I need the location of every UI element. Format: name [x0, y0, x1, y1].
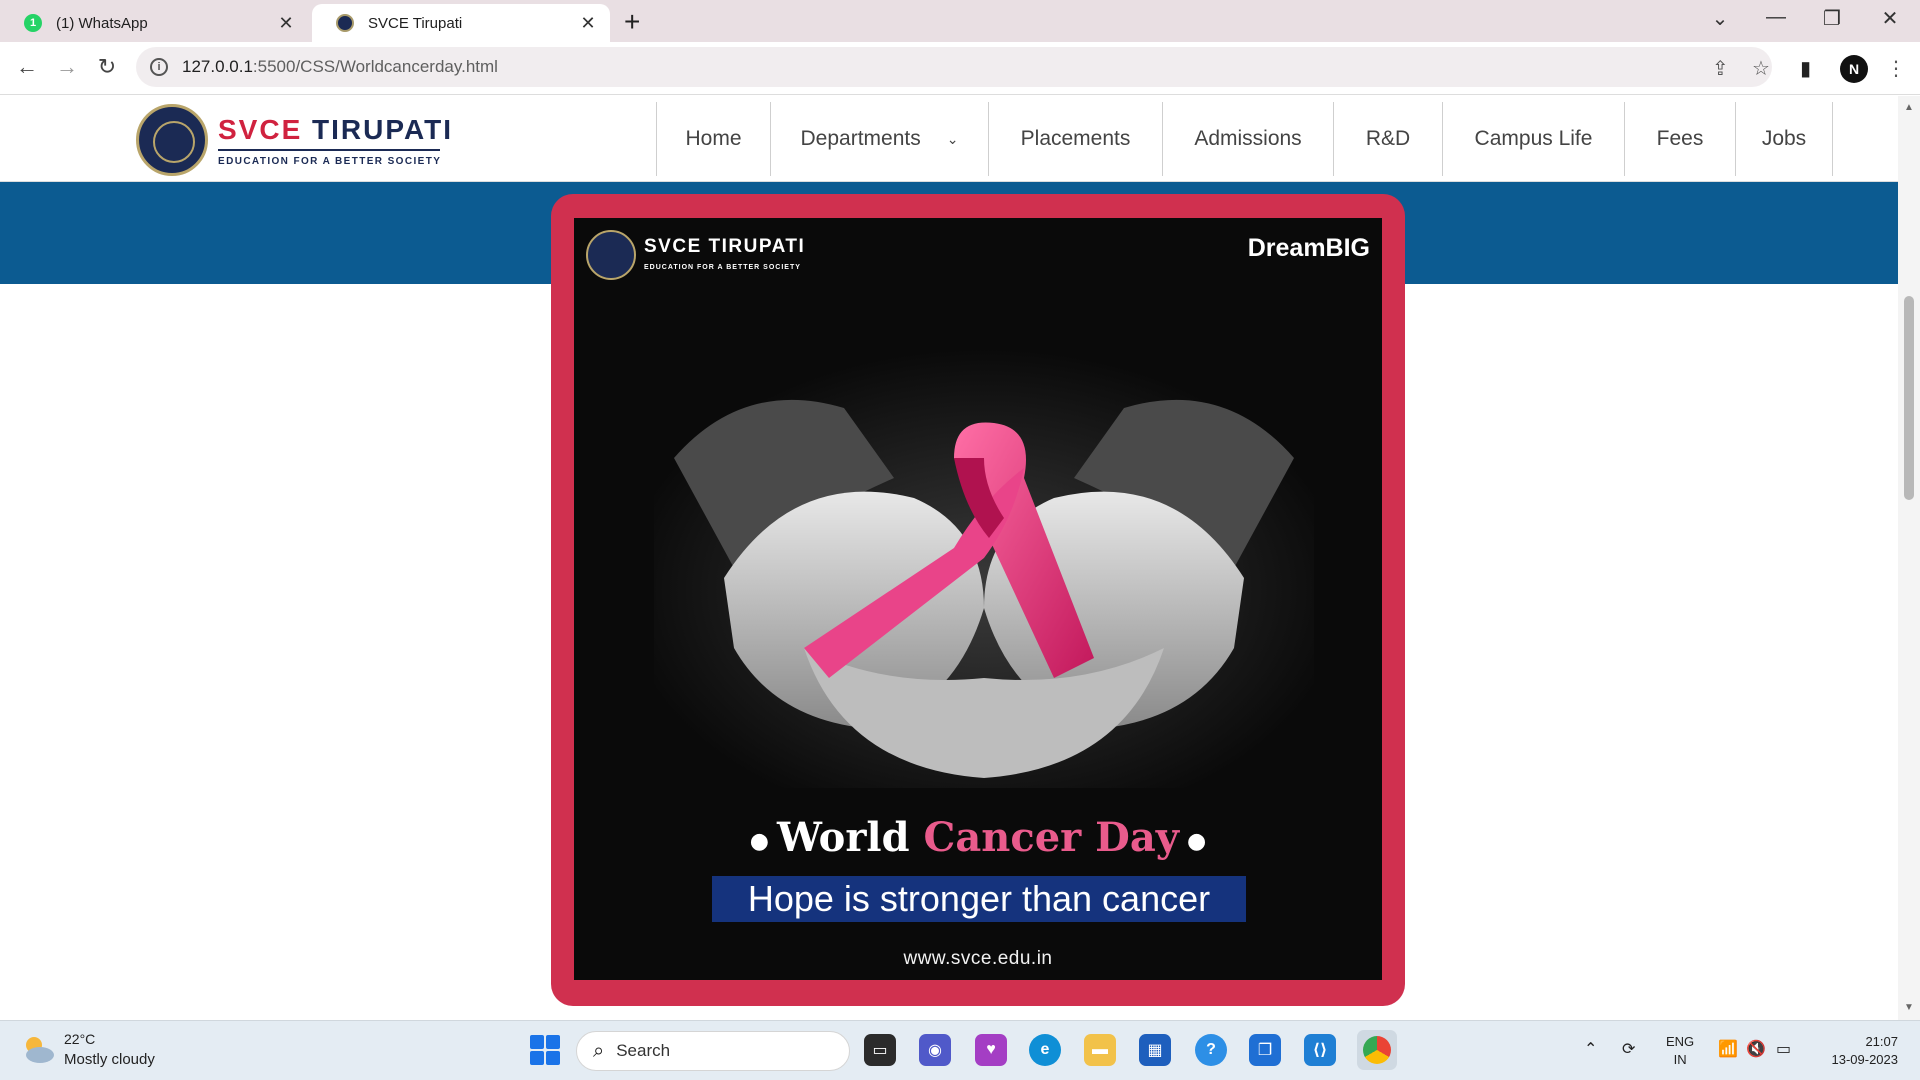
poster-url: www.svce.edu.in [903, 948, 1053, 969]
minimize-icon[interactable]: — [1756, 6, 1796, 29]
chevron-down-icon: ⌄ [946, 130, 959, 147]
tab-search-icon[interactable]: ⌄ [1700, 6, 1740, 31]
scroll-down-icon[interactable]: ▼ [1904, 1002, 1914, 1013]
close-icon[interactable]: ✕ [578, 13, 598, 34]
page-scrollbar[interactable]: ▲ ▼ [1898, 96, 1920, 1020]
task-view-icon[interactable]: ▭ [864, 1034, 896, 1066]
web-page: SVCE TIRUPATI EDUCATION FOR A BETTER SOC… [0, 96, 1898, 1020]
brand-part2: TIRUPATI [312, 114, 453, 145]
region-code: IN [1673, 1052, 1687, 1067]
browser-tab-strip: 1 (1) WhatsApp ✕ SVCE Tirupati ✕ + ⌄ — ❐… [0, 0, 1920, 42]
clock-date: 13-09-2023 [1831, 1052, 1899, 1067]
taskbar-search[interactable]: ⌕ Search [576, 1031, 850, 1071]
poster-title: ● World Cancer Day ● [574, 814, 1382, 861]
title-cancer-day: Cancer Day [923, 814, 1180, 861]
poster-logo-seal [586, 230, 636, 280]
profile-avatar[interactable]: N [1840, 55, 1868, 83]
weather-temp[interactable]: 22°C [64, 1031, 95, 1047]
svce-favicon [336, 14, 354, 32]
file-explorer-icon[interactable]: ▬ [1084, 1034, 1116, 1066]
tab-title: (1) WhatsApp [56, 14, 148, 32]
nav-placements[interactable]: Placements [988, 102, 1162, 176]
show-hidden-icons[interactable]: ⌃ [1584, 1039, 1597, 1059]
input-language[interactable]: ENG IN [1666, 1033, 1694, 1069]
weather-cloudy-icon[interactable] [20, 1033, 56, 1065]
nav-departments[interactable]: Departments ⌄ [770, 102, 988, 176]
main-navigation: Home Departments ⌄ Placements Admissions… [656, 102, 1833, 176]
tab-svce[interactable]: SVCE Tirupati ✕ [312, 4, 610, 42]
windows-taskbar: 22°C Mostly cloudy ⌕ Search ▭ ◉ ♥ e ▬ ▦ … [0, 1020, 1920, 1080]
tab-title: SVCE Tirupati [368, 14, 463, 32]
tab-whatsapp[interactable]: 1 (1) WhatsApp ✕ [0, 4, 308, 42]
get-help-icon[interactable]: ? [1195, 1034, 1227, 1066]
nav-rnd[interactable]: R&D [1333, 102, 1442, 176]
edge-browser-icon[interactable]: e [1029, 1034, 1061, 1066]
svce-logo-seal[interactable] [136, 104, 208, 176]
site-info-icon[interactable]: i [150, 58, 168, 76]
scroll-thumb[interactable] [1904, 296, 1914, 500]
microsoft-store-icon[interactable]: ▦ [1139, 1034, 1171, 1066]
wifi-icon[interactable]: 📶 [1718, 1039, 1738, 1059]
volume-muted-icon[interactable]: 🔇 [1746, 1039, 1766, 1059]
bullet-dot-icon: ● [1187, 828, 1207, 854]
search-placeholder: Search [616, 1041, 671, 1060]
brand-part1: SVCE [218, 114, 303, 145]
menu-kebab-icon[interactable]: ⋮ [1886, 56, 1906, 81]
bookmark-star-icon[interactable]: ☆ [1752, 56, 1770, 81]
reload-icon[interactable]: ↻ [92, 54, 122, 80]
browser-toolbar: ← → ↻ i 127.0.0.1:5500/CSS/Worldcancerda… [0, 42, 1920, 95]
poster-brand: SVCE TIRUPATI [644, 236, 806, 257]
poster-frame: SVCE TIRUPATI EDUCATION FOR A BETTER SOC… [551, 194, 1405, 1006]
vscode-icon[interactable]: ⟨⟩ [1304, 1034, 1336, 1066]
back-icon[interactable]: ← [12, 54, 42, 80]
window-close-icon[interactable]: ✕ [1870, 6, 1910, 31]
nav-admissions[interactable]: Admissions [1162, 102, 1333, 176]
poster-dreambig: DreamBIG [1247, 234, 1370, 262]
address-bar[interactable]: i 127.0.0.1:5500/CSS/Worldcancerday.html [136, 47, 1772, 87]
teams-chat-icon[interactable]: ◉ [919, 1034, 951, 1066]
restore-icon[interactable]: ❐ [1812, 6, 1852, 31]
world-cancer-day-poster: SVCE TIRUPATI EDUCATION FOR A BETTER SOC… [574, 218, 1382, 980]
new-tab-button[interactable]: + [624, 6, 640, 38]
weather-condition[interactable]: Mostly cloudy [64, 1051, 155, 1068]
site-header: SVCE TIRUPATI EDUCATION FOR A BETTER SOC… [0, 96, 1898, 182]
quick-assist-icon[interactable]: ❐ [1249, 1034, 1281, 1066]
nav-departments-label: Departments [800, 127, 921, 150]
nav-fees[interactable]: Fees [1624, 102, 1735, 176]
share-icon[interactable]: ⇪ [1712, 56, 1729, 81]
sync-icon[interactable]: ⟳ [1622, 1039, 1635, 1059]
nav-home[interactable]: Home [656, 102, 770, 176]
side-panel-icon[interactable]: ▮ [1800, 56, 1811, 81]
nav-campus-life[interactable]: Campus Life [1442, 102, 1624, 176]
search-icon: ⌕ [593, 1039, 605, 1062]
taskbar-clock[interactable]: 21:07 13-09-2023 [1810, 1033, 1899, 1069]
battery-icon[interactable]: ▭ [1776, 1039, 1791, 1059]
url-host: 127.0.0.1 [182, 57, 253, 76]
scroll-up-icon[interactable]: ▲ [1904, 102, 1914, 113]
bullet-dot-icon: ● [749, 828, 769, 854]
poster-tagline: EDUCATION FOR A BETTER SOCIETY [644, 264, 801, 271]
brand-divider [218, 149, 440, 151]
nav-jobs[interactable]: Jobs [1735, 102, 1833, 176]
forward-icon[interactable]: → [52, 54, 82, 80]
brand-tagline: EDUCATION FOR A BETTER SOCIETY [218, 156, 442, 167]
poster-slogan: Hope is stronger than cancer [712, 876, 1246, 922]
whatsapp-icon: 1 [24, 14, 42, 32]
chrome-icon[interactable] [1357, 1030, 1397, 1070]
close-icon[interactable]: ✕ [276, 13, 296, 34]
hands-holding-ribbon-image [654, 348, 1314, 788]
windows-start-icon[interactable] [530, 1035, 560, 1065]
language-code: ENG [1666, 1034, 1695, 1049]
url-path: :5500/CSS/Worldcancerday.html [252, 57, 498, 76]
title-world: World [776, 814, 910, 861]
site-logo-text[interactable]: SVCE TIRUPATI [218, 114, 453, 146]
photo-editor-icon[interactable]: ♥ [975, 1034, 1007, 1066]
clock-time: 21:07 [1865, 1034, 1898, 1049]
